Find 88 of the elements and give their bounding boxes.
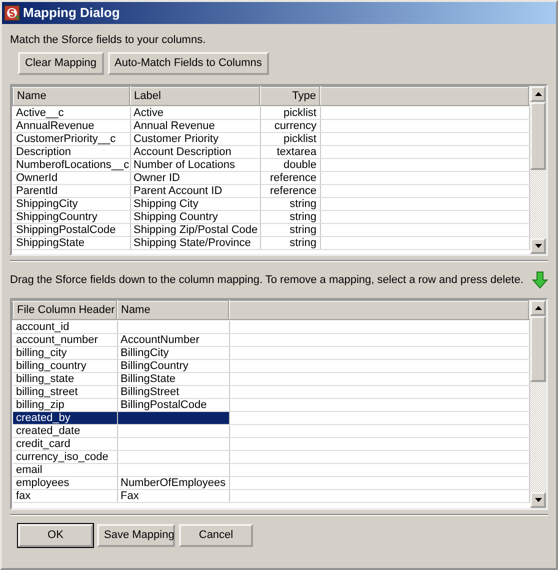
- scroll-thumb[interactable]: [530, 102, 546, 170]
- table-cell: Owner ID: [130, 171, 260, 184]
- table-cell: Shipping Zip/Postal Code: [130, 223, 260, 236]
- table-cell: picklist: [260, 106, 320, 119]
- table-cell[interactable]: NumberOfEmployees: [117, 476, 229, 489]
- table-cell[interactable]: account_id: [13, 320, 117, 333]
- table-cell[interactable]: BillingCity: [117, 346, 229, 359]
- table-cell[interactable]: BillingPostalCode: [117, 398, 229, 411]
- table-cell[interactable]: [117, 450, 229, 463]
- table-cell: Active__c: [13, 106, 130, 119]
- ok-button[interactable]: OK: [18, 524, 93, 547]
- table-cell: Number of Locations: [130, 158, 260, 171]
- up-arrow-icon: [534, 306, 542, 310]
- table-cell: double: [260, 158, 320, 171]
- table-cell: ShippingCountry: [13, 210, 130, 223]
- table-cell: Shipping City: [130, 197, 260, 210]
- table-cell[interactable]: billing_country: [13, 359, 117, 372]
- table-cell[interactable]: [117, 437, 229, 450]
- column-header[interactable]: Name: [117, 301, 229, 320]
- up-arrow-icon: [534, 92, 542, 96]
- table-cell: CustomerPriority__c: [13, 132, 130, 145]
- table-cell: Customer Priority: [130, 132, 260, 145]
- table-cell[interactable]: created_by: [13, 411, 117, 424]
- down-arrow-icon: [532, 271, 548, 289]
- app-icon: [4, 5, 20, 21]
- table-cell[interactable]: created_date: [13, 424, 117, 437]
- table-cell[interactable]: BillingState: [117, 372, 229, 385]
- table-cell: Shipping State/Province: [130, 236, 260, 249]
- table-cell[interactable]: [117, 424, 229, 437]
- table-cell[interactable]: account_number: [13, 333, 117, 346]
- table-cell: Active: [130, 106, 260, 119]
- table-cell: ShippingPostalCode: [13, 223, 130, 236]
- table-cell: reference: [260, 184, 320, 197]
- table-cell[interactable]: billing_street: [13, 385, 117, 398]
- table-cell[interactable]: currency_iso_code: [13, 450, 117, 463]
- scroll-down-button[interactable]: [530, 238, 546, 254]
- table-cell: currency: [260, 119, 320, 132]
- table-cell: string: [260, 223, 320, 236]
- window-title: Mapping Dialog: [23, 4, 120, 22]
- table-cell: ShippingState: [13, 236, 130, 249]
- auto-match-button[interactable]: Auto-Match Fields to Columns: [108, 52, 269, 75]
- table-cell: ParentId: [13, 184, 130, 197]
- table-cell[interactable]: billing_state: [13, 372, 117, 385]
- table-cell: ShippingCity: [13, 197, 130, 210]
- table-cell: textarea: [260, 145, 320, 158]
- table-cell: Account Description: [130, 145, 260, 158]
- table-cell: Description: [13, 145, 130, 158]
- table-cell[interactable]: [117, 463, 229, 476]
- scroll-up-button[interactable]: [530, 300, 546, 316]
- table-cell: string: [260, 236, 320, 249]
- table-cell[interactable]: [117, 320, 229, 333]
- table-cell[interactable]: employees: [13, 476, 117, 489]
- save-mapping-button[interactable]: Save Mapping: [97, 524, 175, 547]
- table-cell: string: [260, 197, 320, 210]
- table-cell[interactable]: Fax: [117, 489, 229, 502]
- table-cell: string: [260, 210, 320, 223]
- instruction-text: Match the Sforce fields to your columns.: [10, 34, 206, 46]
- column-header[interactable]: File Column Header: [13, 301, 117, 320]
- scrollbar[interactable]: [530, 300, 546, 508]
- table-cell: Parent Account ID: [130, 184, 260, 197]
- table-cell: AnnualRevenue: [13, 119, 130, 132]
- table-cell[interactable]: billing_zip: [13, 398, 117, 411]
- table-cell[interactable]: BillingCountry: [117, 359, 229, 372]
- table-cell[interactable]: billing_city: [13, 346, 117, 359]
- table-cell[interactable]: email: [13, 463, 117, 476]
- table-cell: Annual Revenue: [130, 119, 260, 132]
- down-arrow-icon: [534, 498, 542, 502]
- table-cell: NumberofLocations__c: [13, 158, 130, 171]
- clear-mapping-button[interactable]: Clear Mapping: [18, 52, 104, 75]
- table-cell[interactable]: [117, 411, 229, 424]
- down-arrow-icon: [534, 244, 542, 248]
- table-cell[interactable]: BillingStreet: [117, 385, 229, 398]
- column-header[interactable]: Type: [260, 87, 320, 106]
- table-cell[interactable]: fax: [13, 489, 117, 502]
- table-cell: OwnerId: [13, 171, 130, 184]
- drag-hint-text: Drag the Sforce fields down to the column mapping. To remove a mapping, select a row and press delete.: [10, 272, 524, 288]
- table-cell: reference: [260, 171, 320, 184]
- scroll-up-button[interactable]: [530, 86, 546, 102]
- table-cell[interactable]: credit_card: [13, 437, 117, 450]
- table-cell: picklist: [260, 132, 320, 145]
- table-cell: Shipping Country: [130, 210, 260, 223]
- cancel-button[interactable]: Cancel: [179, 524, 253, 547]
- scroll-down-button[interactable]: [530, 492, 546, 508]
- scroll-thumb[interactable]: [530, 316, 546, 382]
- table-cell[interactable]: AccountNumber: [117, 333, 229, 346]
- column-header[interactable]: Name: [13, 87, 130, 106]
- scrollbar[interactable]: [530, 86, 546, 254]
- column-header[interactable]: Label: [130, 87, 260, 106]
